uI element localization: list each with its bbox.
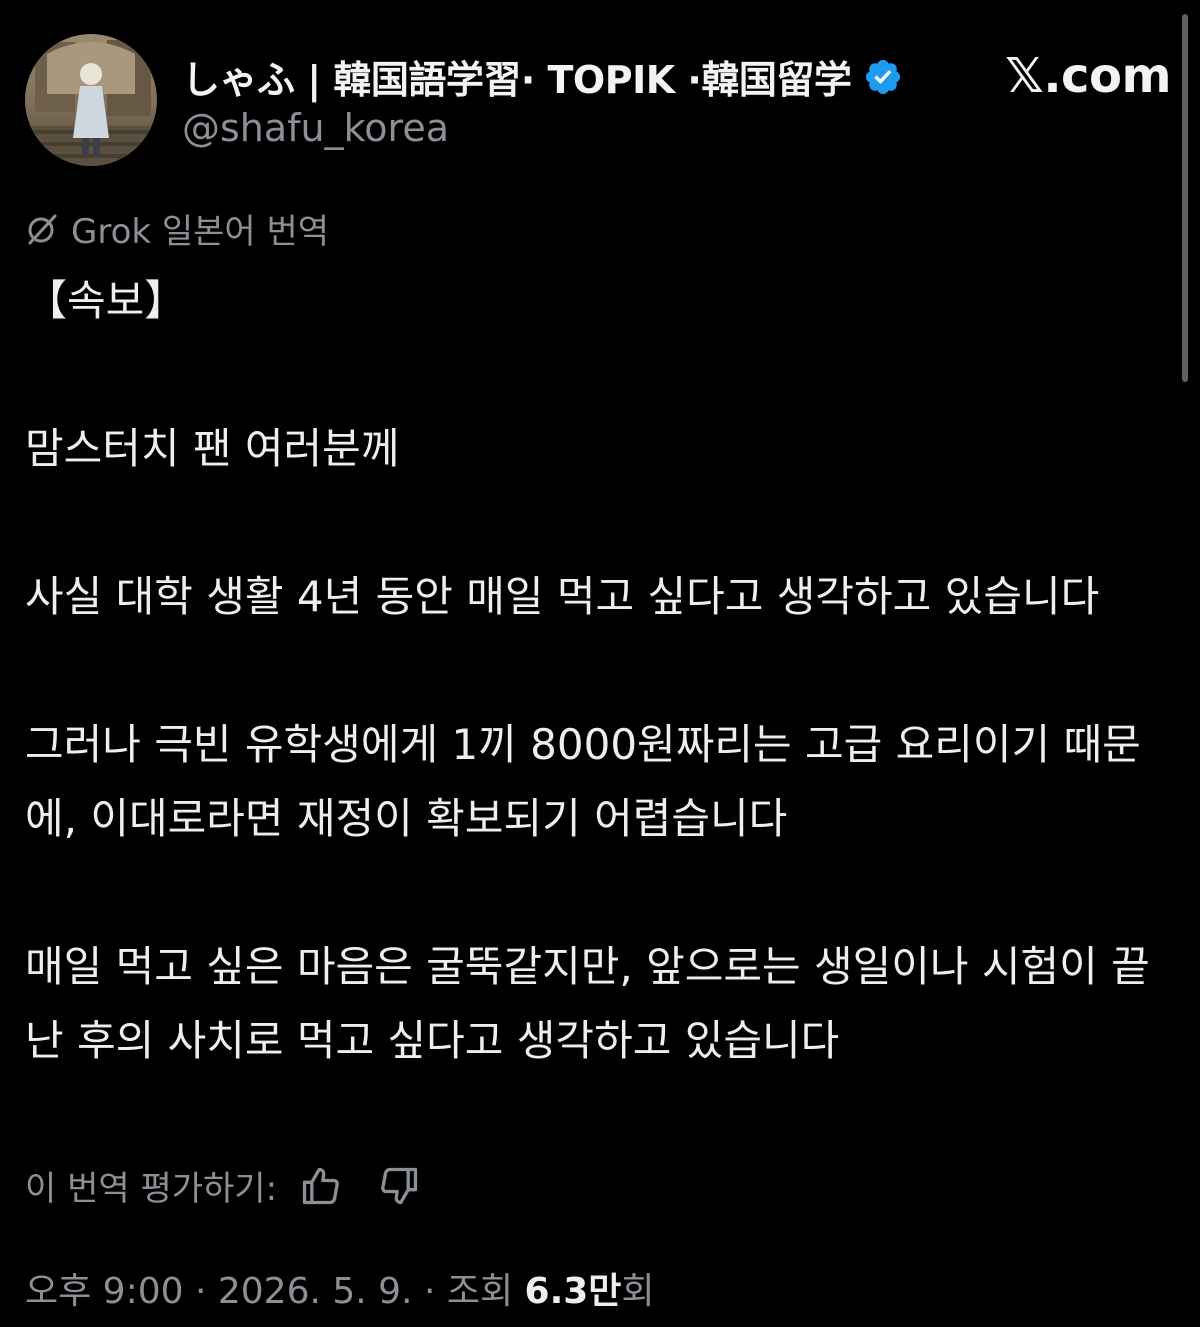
verified-badge-icon bbox=[863, 57, 903, 97]
author-display-name[interactable]: しゃふ | 韓国語学習· TOPIK ·韓国留学 bbox=[182, 49, 852, 104]
translation-label: Grok 일본어 번역 bbox=[71, 212, 330, 252]
tweet-paragraph: 【속보】 bbox=[25, 276, 187, 325]
tweet-paragraph: 매일 먹고 싶은 마음은 굴뚝같지만, 앞으로는 생일이나 시험이 끝난 후의 … bbox=[25, 942, 1150, 1065]
author-handle[interactable]: @shafu_korea bbox=[182, 106, 449, 150]
tweet-meta: 오후 9:00 · 2026. 5. 9. · 조회 6.3만회 bbox=[25, 1262, 655, 1314]
scrollbar[interactable] bbox=[1182, 14, 1188, 382]
tweet-paragraph: 사실 대학 생활 4년 동안 매일 먹고 싶다고 생각하고 있습니다 bbox=[25, 572, 1100, 621]
tweet-header: しゃふ | 韓国語学習· TOPIK ·韓国留学 @shafu_korea 𝕏.… bbox=[25, 34, 1175, 168]
thumbs-up-icon[interactable] bbox=[299, 1164, 343, 1208]
rate-translation-label: 이 번역 평가하기: bbox=[25, 1169, 278, 1209]
view-count: 6.3만 bbox=[524, 1271, 622, 1312]
thumbs-down-icon[interactable] bbox=[377, 1164, 421, 1208]
translation-label-row: Grok 일본어 번역 bbox=[25, 204, 329, 253]
rate-translation-row: 이 번역 평가하기: bbox=[25, 1161, 421, 1210]
x-brand-logo: 𝕏.com bbox=[1005, 48, 1171, 104]
tweet-timestamp[interactable]: 오후 9:00 · 2026. 5. 9. · 조회 bbox=[25, 1271, 525, 1312]
tweet-text: 【속보】 맘스터치 팬 여러분께 사실 대학 생활 4년 동안 매일 먹고 싶다… bbox=[25, 264, 1175, 1078]
avatar[interactable] bbox=[25, 34, 157, 166]
tweet-paragraph: 그러나 극빈 유학생에게 1끼 8000원짜리는 고급 요리이기 때문에, 이대… bbox=[25, 720, 1141, 843]
grok-icon bbox=[25, 212, 59, 246]
author-name-line[interactable]: しゃふ | 韓国語学習· TOPIK ·韓国留学 bbox=[182, 49, 903, 104]
tweet-paragraph: 맘스터치 팬 여러분께 bbox=[25, 424, 400, 473]
view-count-suffix: 회 bbox=[621, 1271, 655, 1312]
